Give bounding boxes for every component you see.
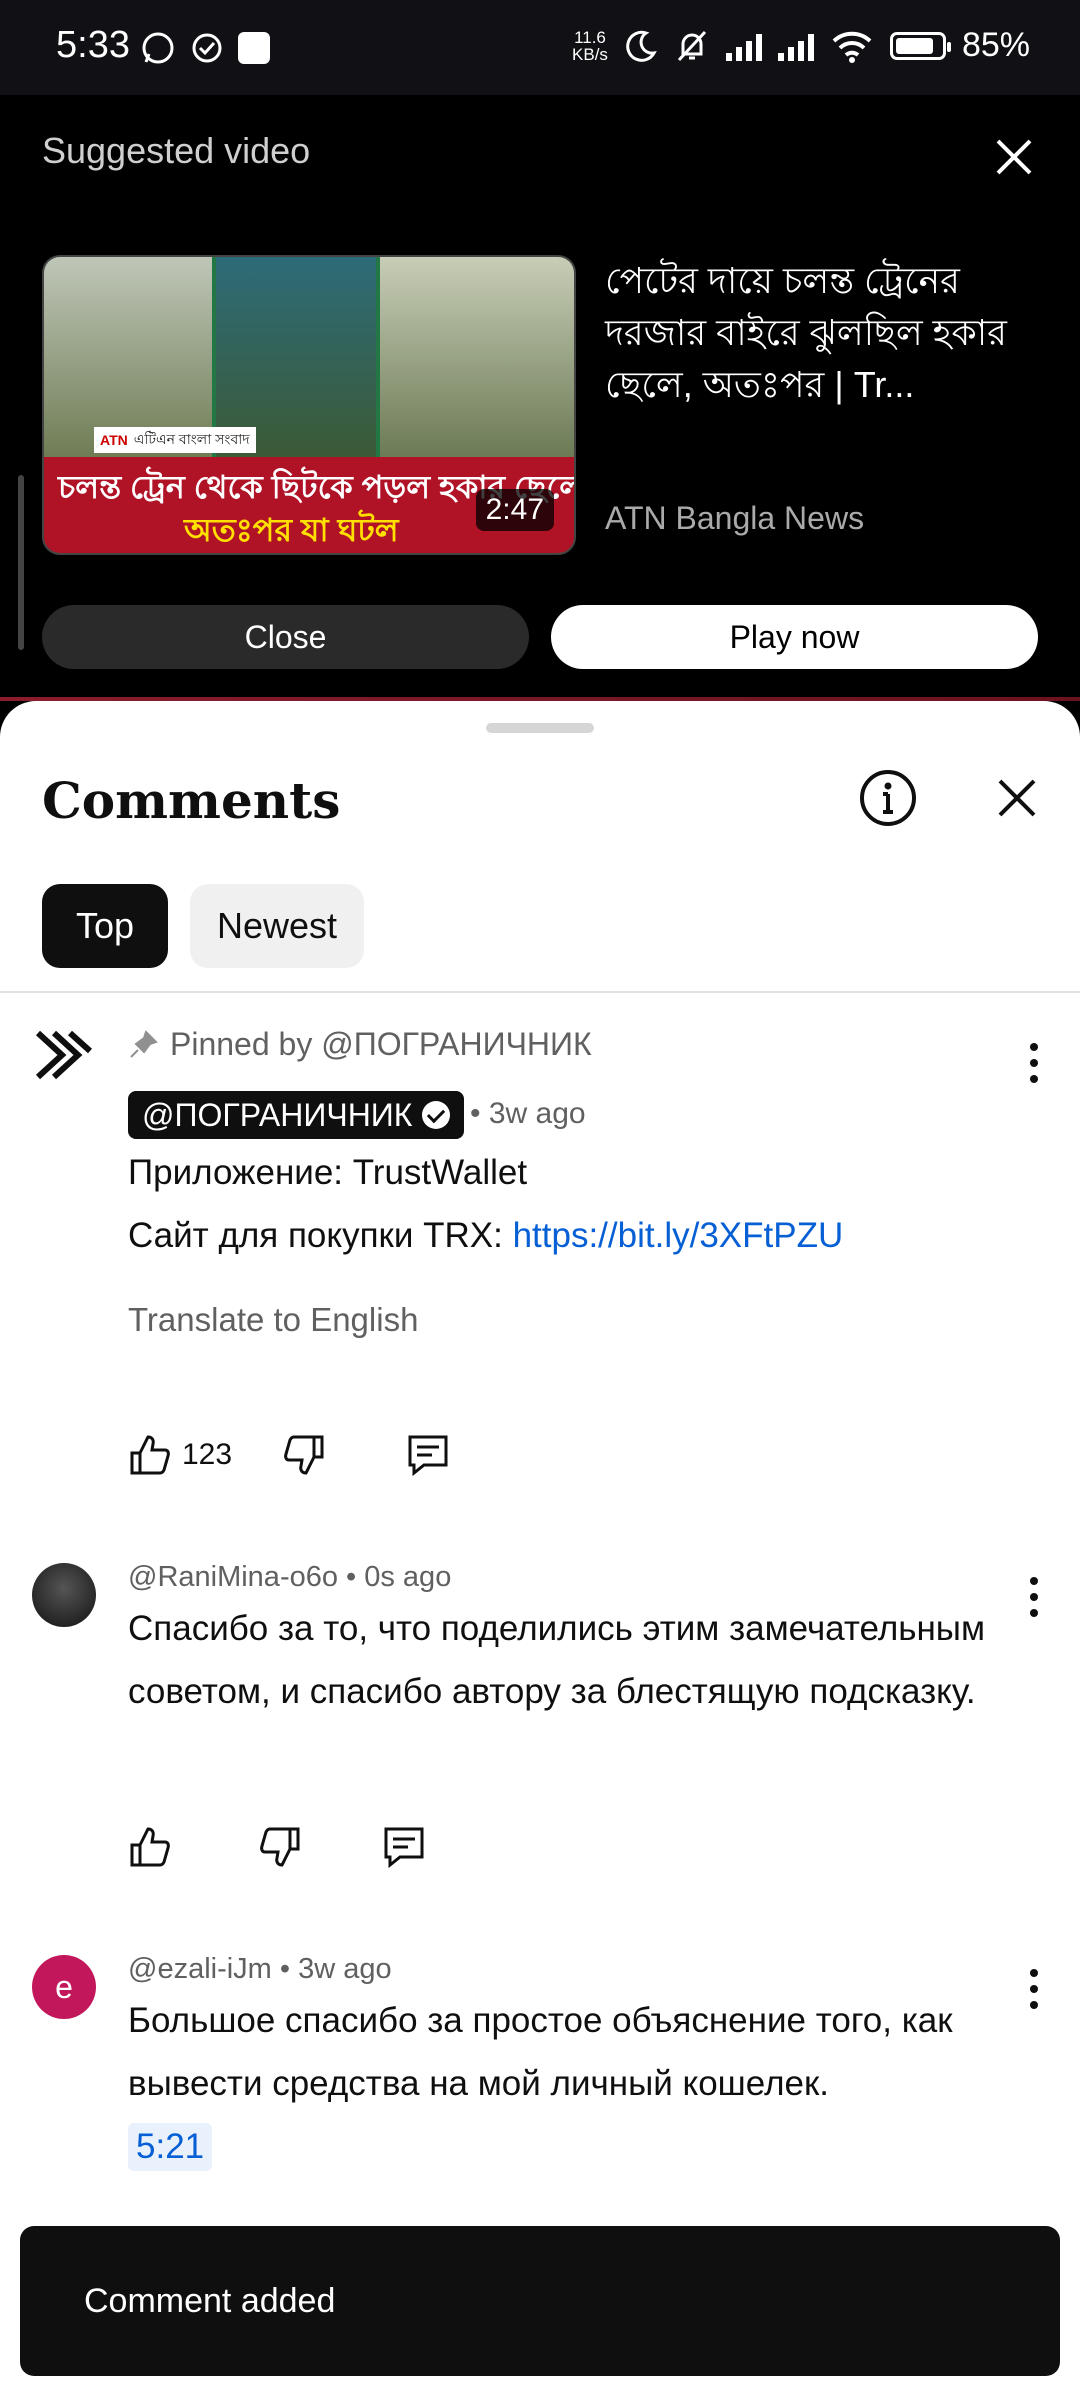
tab-top[interactable]: Top: [42, 884, 168, 968]
more-options-icon[interactable]: [1028, 1969, 1040, 2009]
translate-button[interactable]: Translate to English: [128, 1301, 418, 1339]
comment-body: Большое спасибо за простое объяснение то…: [128, 2001, 953, 2103]
scroll-indicator: [18, 475, 24, 650]
wifi-icon: [832, 31, 872, 63]
more-options-icon[interactable]: [1028, 1577, 1040, 1617]
comment-actions: 123: [128, 1433, 450, 1477]
more-options-icon[interactable]: [1028, 1043, 1040, 1083]
comment-item: e @ezali-iJm • 3w ago Большое спасибо за…: [0, 1943, 1080, 2243]
thumbnail-frame-3: [380, 257, 574, 457]
drag-handle[interactable]: [486, 723, 594, 733]
comment-text: Спасибо за то, что поделились этим замеч…: [128, 1609, 986, 1711]
user-avatar[interactable]: e: [32, 1955, 96, 2019]
comment-meta: @RaniMina-o6o • 0s ago: [128, 1561, 452, 1593]
dislike-button[interactable]: [282, 1433, 326, 1477]
suggested-video-channel: ATN Bangla News: [605, 500, 865, 536]
snackbar-toast: Comment added: [20, 2226, 1060, 2376]
info-icon[interactable]: [858, 768, 918, 828]
whatsapp-icon: [142, 32, 174, 64]
video-duration: 2:47: [475, 489, 554, 531]
comment-time: • 3w ago: [470, 1097, 586, 1130]
suggested-video-title[interactable]: পেটের দায়ে চলন্ত ট্রেনের দরজার বাইরে ঝু…: [605, 255, 1035, 411]
pinned-comment: Pinned by @ПОГРАНИЧНИК @ПОГРАНИЧНИК • 3w…: [0, 1001, 1080, 1401]
status-bar: 5:33 11.6 KB/s 85%: [0, 0, 1080, 95]
comment-line-1: Приложение: TrustWallet: [128, 1153, 528, 1192]
check-circle-icon: [192, 33, 222, 63]
notification-icons: [140, 30, 270, 66]
close-button[interactable]: Close: [42, 605, 529, 669]
reply-icon: [408, 1435, 448, 1477]
like-button[interactable]: [128, 1825, 172, 1869]
comment-meta: @ezali-iJm • 3w ago: [128, 1953, 392, 1985]
dislike-button[interactable]: [258, 1825, 302, 1869]
status-time: 5:33: [56, 24, 130, 66]
thumbs-down-icon: [284, 1435, 324, 1475]
thumbs-up-icon: [130, 1827, 170, 1867]
thumbnail-logo: ATN এটিএন বাংলা সংবাদ: [94, 427, 256, 453]
battery-fill: [895, 37, 934, 54]
battery-percent: 85%: [961, 26, 1030, 64]
close-icon[interactable]: [992, 135, 1036, 179]
suggested-video-header: Suggested video: [42, 130, 311, 171]
user-avatar[interactable]: [32, 1563, 96, 1627]
author-badge[interactable]: @ПОГРАНИЧНИК: [128, 1091, 465, 1139]
pinned-label: Pinned by @ПОГРАНИЧНИК: [128, 1026, 592, 1063]
timestamp-link[interactable]: 5:21: [128, 2123, 213, 2171]
suggested-video-panel: Suggested video ATN এটিএন বাংলা সংবাদ চলন…: [0, 95, 1080, 700]
divider: [0, 991, 1080, 993]
net-speed-unit: KB/s: [572, 44, 608, 64]
toast-text: Comment added: [84, 2281, 336, 2320]
channel-logo-avatar[interactable]: [32, 1023, 96, 1087]
thumbs-up-icon: [130, 1435, 170, 1475]
app-square-icon: [238, 32, 270, 64]
net-speed: 11.6 KB/s: [572, 29, 608, 63]
moon-icon: [626, 30, 657, 62]
author-name: @ПОГРАНИЧНИК: [142, 1096, 413, 1133]
net-speed-value: 11.6: [574, 27, 606, 47]
close-comments-icon[interactable]: [992, 773, 1042, 823]
thumbnail-caption-2: অতঃপর যা ঘটল: [184, 512, 399, 548]
reply-button[interactable]: [406, 1433, 450, 1477]
like-button[interactable]: 123: [128, 1433, 232, 1477]
thumbs-down-icon: [260, 1827, 300, 1867]
comment-text: Приложение: TrustWallet Сайт для покупки…: [128, 1141, 1028, 1267]
comment-actions: [128, 1825, 426, 1869]
status-right: 11.6 KB/s 85%: [572, 26, 1030, 65]
video-thumbnail[interactable]: ATN এটিএন বাংলা সংবাদ চলন্ত ট্রেন থেকে ছি…: [42, 255, 576, 555]
tab-newest[interactable]: Newest: [190, 884, 364, 968]
signal-icon: [725, 31, 762, 61]
play-now-button[interactable]: Play now: [551, 605, 1038, 669]
pinned-by-text: Pinned by @ПОГРАНИЧНИК: [170, 1026, 592, 1062]
bell-muted-icon: [677, 30, 707, 61]
comment-link[interactable]: https://bit.ly/3XFtPZU: [513, 1216, 844, 1255]
reply-button[interactable]: [382, 1825, 426, 1869]
like-count: 123: [182, 1438, 233, 1471]
pin-icon: [130, 1029, 158, 1058]
signal-icon-2: [777, 31, 814, 61]
comments-sheet: Comments Top Newest Pinned by @ПОГРАНИЧН…: [0, 701, 1080, 2400]
battery-icon: [889, 31, 951, 60]
comment-line-2-text: Сайт для покупки TRX:: [128, 1216, 513, 1255]
reply-icon: [384, 1827, 424, 1869]
comment-text: Большое спасибо за простое объяснение то…: [128, 1989, 1028, 2178]
verified-icon: [422, 1101, 451, 1129]
comments-title: Comments: [42, 771, 341, 830]
comment-line-2: Сайт для покупки TRX: https://bit.ly/3XF…: [128, 1204, 1028, 1267]
